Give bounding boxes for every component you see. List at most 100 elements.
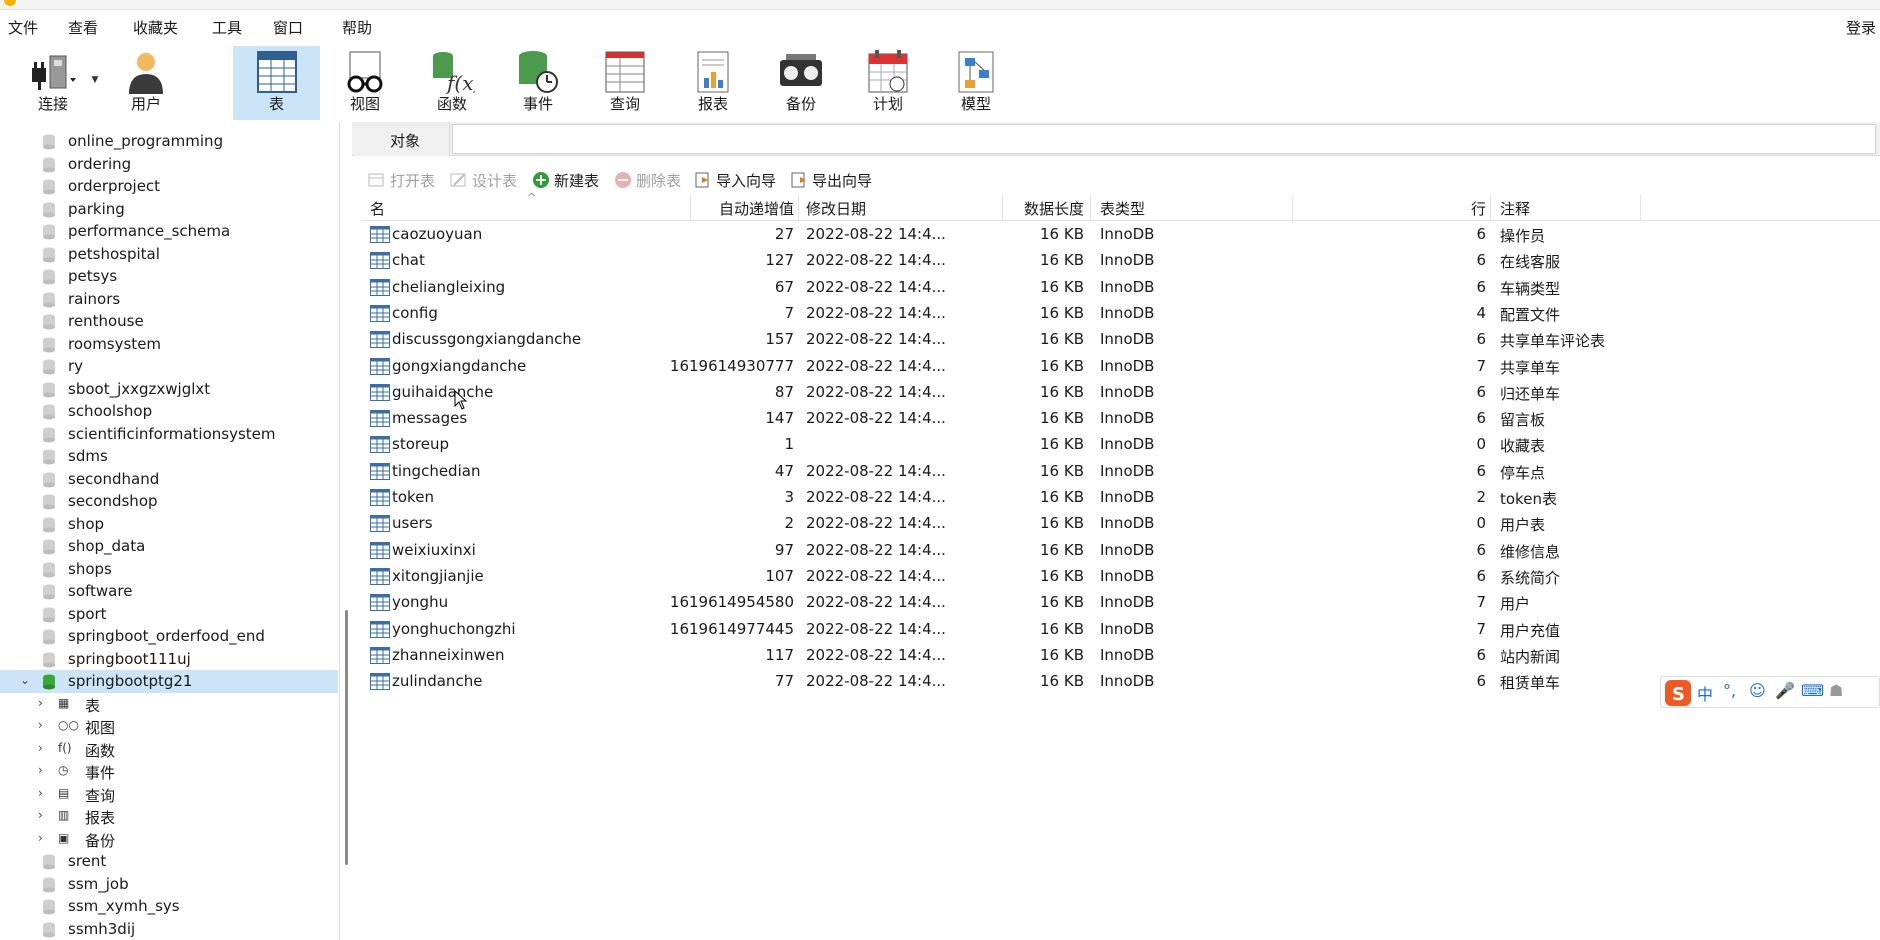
tree-database-item[interactable]: shop bbox=[0, 513, 338, 536]
open-table-button[interactable]: 打开表 bbox=[368, 170, 435, 192]
tree-database-item[interactable]: online_programming bbox=[0, 130, 338, 153]
connect-button[interactable]: 连接 bbox=[18, 46, 88, 120]
table-row[interactable]: token 3 2022-08-22 14:4... 16 KB InnoDB 2 toke… bbox=[362, 484, 1880, 510]
model-toolbar-button[interactable]: 模型 bbox=[941, 46, 1011, 120]
table-row[interactable]: chat 127 2022-08-22 14:4... 16 KB InnoDB 6 在线客… bbox=[362, 247, 1880, 273]
tree-folder-item[interactable]: › ◷ 事件 bbox=[0, 760, 338, 783]
header-modified-date[interactable]: 修改日期 bbox=[806, 198, 866, 219]
header-engine[interactable]: 表类型 bbox=[1100, 198, 1145, 219]
tree-database-item[interactable]: ry bbox=[0, 355, 338, 378]
tree-database-item[interactable]: ssmh3dij bbox=[0, 918, 338, 940]
tree-folder-item[interactable]: › ○○ 视图 bbox=[0, 715, 338, 738]
tree-database-item[interactable]: ssm_xymh_sys bbox=[0, 895, 338, 918]
table-row[interactable]: config 7 2022-08-22 14:4... 16 KB InnoDB 4 配置文… bbox=[362, 300, 1880, 326]
table-row[interactable]: discussgongxiangdanche 157 2022-08-22 14:4… bbox=[362, 326, 1880, 352]
tree-folder-item[interactable]: › ▥ 报表 bbox=[0, 805, 338, 828]
tree-database-item[interactable]: schoolshop bbox=[0, 400, 338, 423]
table-row[interactable]: weixiuxinxi 97 2022-08-22 14:4... 16 KB Inno… bbox=[362, 537, 1880, 563]
tab-objects[interactable]: 对象 bbox=[354, 122, 450, 156]
chevron-right-icon[interactable]: › bbox=[38, 696, 43, 710]
tree-database-item[interactable]: secondshop bbox=[0, 490, 338, 513]
menu-window[interactable]: 窗口 bbox=[273, 17, 303, 38]
header-rows[interactable]: 行 bbox=[1462, 198, 1486, 219]
tree-database-item[interactable]: renthouse bbox=[0, 310, 338, 333]
table-row[interactable]: caozuoyuan 27 2022-08-22 14:4... 16 KB InnoD… bbox=[362, 221, 1880, 247]
chevron-right-icon[interactable]: › bbox=[38, 786, 43, 800]
tree-folder-item[interactable]: › ▣ 备份 bbox=[0, 828, 338, 851]
delete-table-button[interactable]: 删除表 bbox=[614, 170, 681, 192]
table-row[interactable]: users 2 2022-08-22 14:4... 16 KB InnoDB 0 用户表 bbox=[362, 510, 1880, 536]
ime-toolbar[interactable]: S 中 °, ☺ 🎤 ⌨ ☗ bbox=[1660, 676, 1880, 708]
connect-dropdown-arrow[interactable]: ▼ bbox=[88, 68, 102, 88]
tree-database-item[interactable]: sport bbox=[0, 603, 338, 626]
tree-database-item[interactable]: springboot111uj bbox=[0, 648, 338, 671]
menu-tools[interactable]: 工具 bbox=[212, 17, 242, 38]
tree-database-item[interactable]: software bbox=[0, 580, 338, 603]
tree-database-item[interactable]: ssm_job bbox=[0, 873, 338, 896]
menu-favorites[interactable]: 收藏夹 bbox=[133, 17, 178, 38]
report-toolbar-button[interactable]: 报表 bbox=[678, 46, 748, 120]
table-row[interactable]: gongxiangdanche 1619614930777 2022-08-22 1… bbox=[362, 353, 1880, 379]
tree-database-item[interactable]: ⌄ springbootptg21 bbox=[0, 670, 338, 693]
import-wizard-button[interactable]: 导入向导 bbox=[694, 170, 776, 192]
query-toolbar-button[interactable]: 查询 bbox=[590, 46, 660, 120]
header-auto-increment[interactable]: 自动递增值 bbox=[702, 198, 794, 219]
tree-database-item[interactable]: srent bbox=[0, 850, 338, 873]
event-toolbar-button[interactable]: 事件 bbox=[503, 46, 573, 120]
table-row[interactable]: messages 147 2022-08-22 14:4... 16 KB InnoDB… bbox=[362, 405, 1880, 431]
export-wizard-button[interactable]: 导出向导 bbox=[790, 170, 872, 192]
table-row[interactable]: yonghuchongzhi 1619614977445 2022-08-22 14… bbox=[362, 616, 1880, 642]
login-button[interactable]: 登录 bbox=[1846, 17, 1876, 38]
new-table-button[interactable]: 新建表 bbox=[532, 170, 599, 192]
punctuation-icon[interactable]: °, bbox=[1723, 681, 1736, 700]
microphone-icon[interactable]: 🎤 bbox=[1775, 681, 1795, 700]
tree-database-item[interactable]: performance_schema bbox=[0, 220, 338, 243]
tree-folder-item[interactable]: › ▦ 表 bbox=[0, 693, 338, 716]
chevron-right-icon[interactable]: › bbox=[38, 718, 43, 732]
backup-toolbar-button[interactable]: 备份 bbox=[766, 46, 836, 120]
tree-database-item[interactable]: rainors bbox=[0, 288, 338, 311]
tree-database-item[interactable]: secondhand bbox=[0, 468, 338, 491]
function-toolbar-button[interactable]: f(x) 函数 bbox=[417, 46, 487, 120]
tree-database-item[interactable]: orderproject bbox=[0, 175, 338, 198]
table-row[interactable]: xitongjianjie 107 2022-08-22 14:4... 16 KB I… bbox=[362, 563, 1880, 589]
table-row[interactable]: zhanneixinwen 117 2022-08-22 14:4... 16 KB I… bbox=[362, 642, 1880, 668]
chevron-right-icon[interactable]: › bbox=[38, 763, 43, 777]
user-button[interactable]: 用户 bbox=[112, 46, 180, 120]
tree-database-item[interactable]: springboot_orderfood_end bbox=[0, 625, 338, 648]
sidebar-scrollbar[interactable] bbox=[345, 610, 348, 865]
chevron-right-icon[interactable]: › bbox=[38, 808, 43, 822]
table-row[interactable]: tingchedian 47 2022-08-22 14:4... 16 KB Inno… bbox=[362, 458, 1880, 484]
skin-icon[interactable]: ☗ bbox=[1829, 681, 1843, 700]
chevron-down-icon[interactable]: ⌄ bbox=[20, 673, 30, 687]
tree-folder-item[interactable]: › f() 函数 bbox=[0, 738, 338, 761]
schedule-toolbar-button[interactable]: 计划 bbox=[853, 46, 923, 120]
tree-database-item[interactable]: parking bbox=[0, 198, 338, 221]
tree-database-item[interactable]: scientificinformationsystem bbox=[0, 423, 338, 446]
chevron-right-icon[interactable]: › bbox=[38, 831, 43, 845]
table-row[interactable]: cheliangleixing 67 2022-08-22 14:4... 16 KB… bbox=[362, 274, 1880, 300]
tree-folder-item[interactable]: › ▤ 查询 bbox=[0, 783, 338, 806]
tree-database-item[interactable]: sdms bbox=[0, 445, 338, 468]
menu-file[interactable]: 文件 bbox=[8, 17, 38, 38]
tree-database-item[interactable]: petsys bbox=[0, 265, 338, 288]
emoji-icon[interactable]: ☺ bbox=[1749, 681, 1766, 700]
header-comment[interactable]: 注释 bbox=[1500, 198, 1530, 219]
table-row[interactable]: yonghu 1619614954580 2022-08-22 14:4... 16 … bbox=[362, 589, 1880, 615]
menu-view[interactable]: 查看 bbox=[68, 17, 98, 38]
tree-database-item[interactable]: roomsystem bbox=[0, 333, 338, 356]
menu-help[interactable]: 帮助 bbox=[342, 17, 372, 38]
keyboard-icon[interactable]: ⌨ bbox=[1801, 681, 1824, 700]
tree-database-item[interactable]: petshospital bbox=[0, 243, 338, 266]
ime-chinese-mode[interactable]: 中 bbox=[1697, 681, 1713, 705]
tree-database-item[interactable]: sboot_jxxgzxwjglxt bbox=[0, 378, 338, 401]
table-toolbar-button[interactable]: 表 bbox=[233, 46, 320, 120]
table-row[interactable]: storeup 1 16 KB InnoDB 0 收藏表 bbox=[362, 431, 1880, 457]
header-name[interactable]: 名 bbox=[370, 198, 385, 219]
design-table-button[interactable]: 设计表 bbox=[450, 170, 517, 192]
table-row[interactable]: guihaidanche 87 2022-08-22 14:4... 16 KB Inn… bbox=[362, 379, 1880, 405]
header-data-length[interactable]: 数据长度 bbox=[1012, 198, 1084, 219]
tree-database-item[interactable]: ordering bbox=[0, 153, 338, 176]
view-toolbar-button[interactable]: 视图 bbox=[330, 46, 400, 120]
tree-database-item[interactable]: shops bbox=[0, 558, 338, 581]
